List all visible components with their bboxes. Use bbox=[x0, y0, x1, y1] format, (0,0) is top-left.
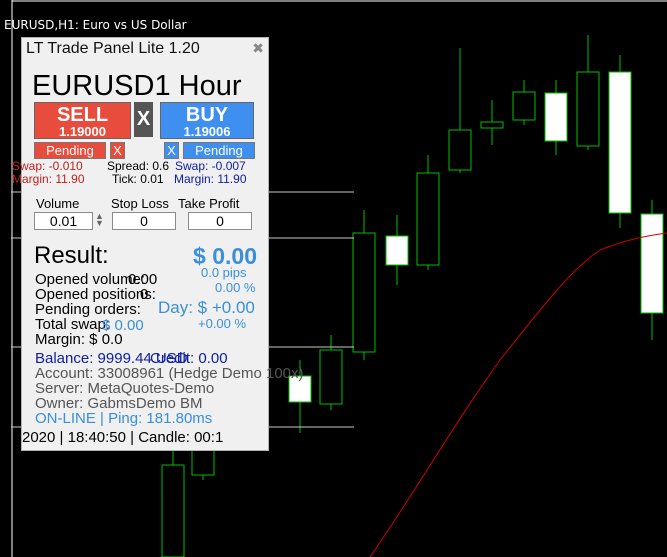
status-bar: 2020 | 18:40:50 | Candle: 00:1 bbox=[22, 428, 268, 448]
takeprofit-label: Take Profit bbox=[178, 196, 240, 211]
tick: Tick: 0.01 bbox=[112, 172, 164, 186]
candle-body bbox=[608, 71, 632, 214]
symbol-timeframe: EURUSD1 Hour bbox=[32, 70, 242, 102]
status-text: 2020 | 18:40:50 | Candle: 00:1 bbox=[22, 429, 224, 446]
sell-label: SELL bbox=[56, 104, 109, 126]
volume-stepper[interactable]: ▲ ▼ bbox=[95, 212, 104, 228]
candle-body bbox=[416, 172, 440, 266]
takeprofit-input[interactable]: 0 bbox=[188, 212, 252, 230]
candle-body bbox=[480, 121, 504, 129]
margin-buy: Margin: 11.90 bbox=[174, 172, 247, 186]
day-value: Day: $ +0.00 bbox=[158, 298, 255, 317]
server: Server: MetaQuotes-Demo bbox=[35, 380, 215, 397]
pending-buy-button[interactable]: Pending bbox=[183, 142, 255, 159]
pending-orders-label: Pending orders: bbox=[35, 301, 141, 318]
volume-label: Volume bbox=[36, 196, 80, 211]
result-pips: 0.0 pips bbox=[201, 265, 247, 280]
trade-panel[interactable]: LT Trade Panel Lite 1.20 ✖ EURUSD1 Hour … bbox=[12, 37, 304, 451]
sell-button[interactable]: SELL 1.19000 bbox=[34, 102, 131, 139]
close-icon[interactable]: ✖ bbox=[252, 40, 264, 57]
candle-body bbox=[640, 213, 664, 314]
sell-price: 1.19000 bbox=[59, 124, 106, 139]
margin-sell: Margin: 11.90 bbox=[12, 172, 85, 186]
buy-price: 1.19006 bbox=[183, 124, 231, 139]
stoploss-label: Stop Loss bbox=[111, 196, 169, 211]
close-buy-button[interactable]: X bbox=[164, 142, 179, 159]
online-status: ON-LINE | Ping: 181.80ms bbox=[35, 410, 213, 427]
owner: Owner: GabmsDemo BM bbox=[35, 395, 203, 412]
candle-body bbox=[512, 91, 536, 121]
buy-label: BUY bbox=[185, 104, 229, 126]
stoploss-input[interactable]: 0 bbox=[112, 212, 176, 230]
result-pct: 0.00 % bbox=[215, 280, 256, 295]
panel-titlebar[interactable]: LT Trade Panel Lite 1.20 ✖ bbox=[22, 38, 268, 60]
spread: Spread: 0.6 bbox=[107, 159, 170, 173]
account: Account: 33008961 (Hedge Demo 100x) bbox=[35, 365, 304, 382]
opened-positions-value: 0 bbox=[140, 286, 149, 303]
candle-body bbox=[352, 232, 376, 353]
opened-volume-value: 0.00 bbox=[128, 271, 158, 288]
close-all-button[interactable]: X bbox=[134, 102, 153, 137]
panel-title: LT Trade Panel Lite 1.20 bbox=[26, 40, 200, 57]
margin-total: Margin: $ 0.0 bbox=[35, 331, 123, 348]
moving-average-line bbox=[369, 232, 667, 557]
candle-body bbox=[319, 349, 343, 405]
opened-positions-label: Opened positions: bbox=[35, 286, 156, 303]
credit: Credit: 0.00 bbox=[150, 350, 228, 367]
candle-body bbox=[161, 464, 185, 557]
candle-body bbox=[576, 71, 600, 147]
swap-sell: Swap: -0.010 bbox=[12, 159, 83, 173]
pending-sell-button[interactable]: Pending bbox=[34, 142, 106, 159]
swap-buy: Swap: -0.007 bbox=[175, 159, 246, 173]
result-label: Result: bbox=[34, 242, 109, 269]
day-pct: +0.00 % bbox=[198, 316, 247, 331]
candle-body bbox=[448, 129, 472, 171]
chart-title: EURUSD,H1: Euro vs US Dollar bbox=[4, 18, 187, 32]
total-swap-label: Total swap: bbox=[35, 316, 111, 333]
volume-input[interactable]: 0.01 bbox=[34, 212, 93, 230]
candle-body bbox=[385, 235, 409, 266]
buy-button[interactable]: BUY 1.19006 bbox=[160, 102, 254, 139]
candle-body bbox=[544, 92, 568, 142]
close-sell-button[interactable]: X bbox=[110, 142, 125, 159]
